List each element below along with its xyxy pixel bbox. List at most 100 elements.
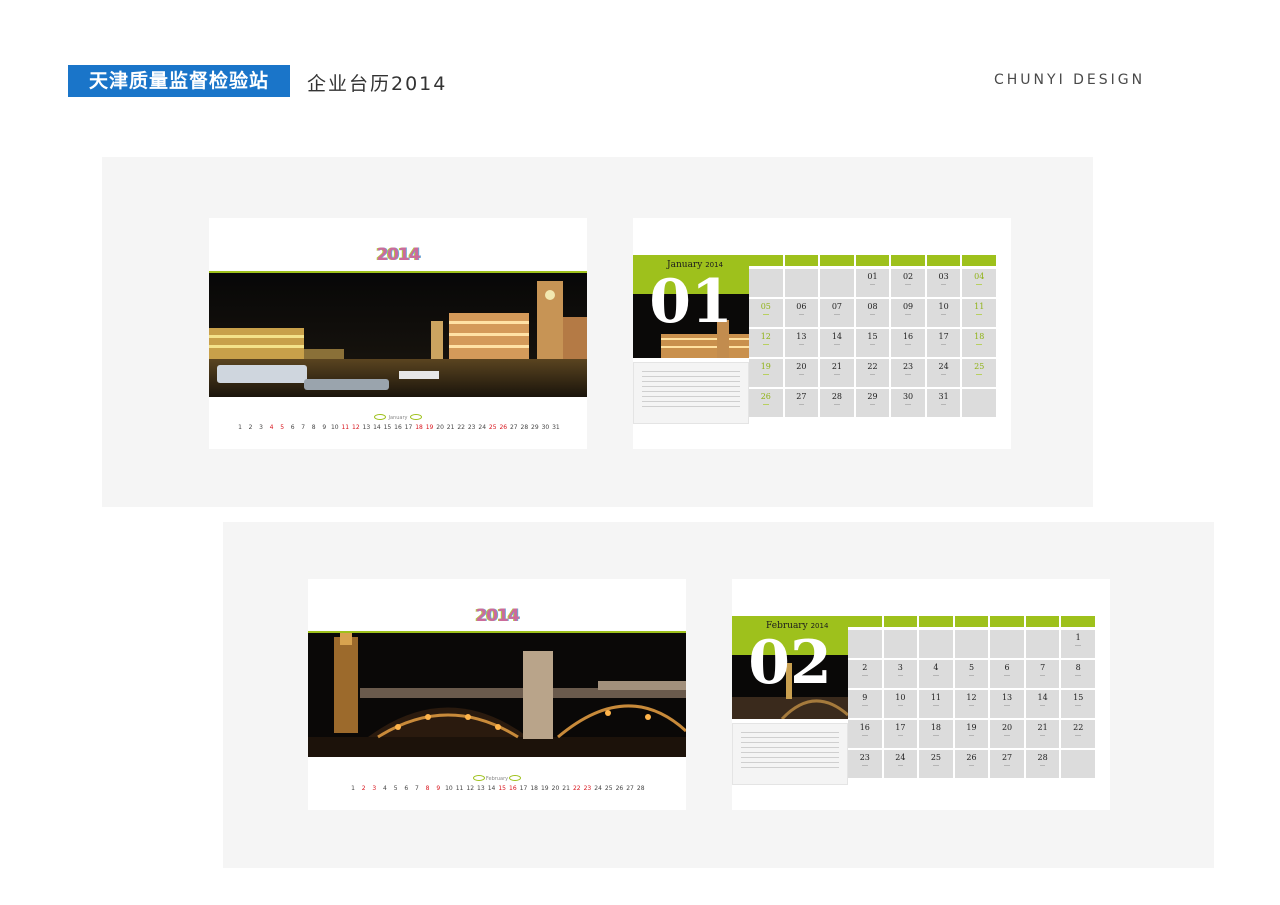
cover-day: 27 — [625, 785, 635, 798]
cover-day-lunar — [372, 432, 382, 437]
day-cell: 29 — [855, 389, 890, 417]
day-cell: 20 — [990, 720, 1024, 748]
day-number: 25 — [930, 753, 942, 762]
day-lunar — [933, 765, 939, 766]
cover-day: 19 — [425, 424, 435, 437]
cover-day: 15 — [382, 424, 392, 437]
day-lunar — [968, 735, 975, 736]
day-lunar — [905, 284, 911, 285]
january-grid-card: January 2014 01 01 02 03 04 05 06 07 08 09 10 11 12… — [633, 218, 1011, 449]
cover-day: 5 — [277, 424, 287, 437]
day-cell: 22 — [1061, 720, 1095, 748]
cover-day-number: 3 — [259, 424, 263, 431]
cover-day-number: 27 — [509, 424, 518, 431]
cover-day-number: 24 — [594, 785, 602, 792]
cover-day-number: 7 — [301, 424, 306, 431]
day-lunar — [976, 374, 982, 375]
weekday-cell — [962, 255, 996, 266]
cover-day: 16 — [508, 785, 518, 798]
day-lunar — [897, 705, 904, 706]
day-lunar — [862, 735, 868, 736]
cover-day: 14 — [487, 785, 497, 798]
cover-day: 24 — [593, 785, 603, 798]
day-cell: 01 — [855, 269, 890, 297]
day-cell: 13 — [784, 329, 819, 357]
day-cell: 02 — [891, 269, 925, 297]
cover-day-lunar — [369, 793, 379, 798]
day-lunar — [940, 374, 947, 375]
day-cell: 17 — [883, 720, 918, 748]
day-number: 19 — [760, 362, 771, 371]
day-lunar — [1039, 705, 1046, 706]
cover-day: 12 — [465, 785, 475, 798]
day-lunar — [763, 374, 769, 375]
day-lunar — [905, 404, 911, 405]
day-cell — [784, 269, 819, 297]
day-number: 23 — [902, 362, 914, 371]
day-number: 13 — [1001, 693, 1013, 702]
day-cell: 16 — [891, 329, 925, 357]
day-lunar — [798, 314, 805, 315]
day-number: 11 — [974, 302, 985, 311]
cover-day-lunar — [433, 793, 443, 798]
cover-day-number: 8 — [311, 424, 316, 431]
cover-day: 20 — [550, 785, 560, 798]
cover-day-number: 14 — [487, 785, 496, 792]
day-cell: 4 — [919, 660, 953, 688]
day-lunar — [968, 765, 975, 766]
day-number: 18 — [974, 332, 985, 341]
day-lunar — [862, 765, 868, 766]
cover-day-lunar — [246, 432, 256, 437]
day-lunar — [869, 344, 876, 345]
cover-day-lunar — [614, 793, 624, 798]
day-cell: 24 — [926, 359, 961, 387]
day-lunar — [1075, 675, 1081, 676]
day-lunar — [940, 314, 947, 315]
cover-day: 3 — [256, 424, 266, 437]
cover-day-number: 26 — [499, 424, 508, 431]
cover-day: 17 — [519, 785, 529, 798]
cover-day: 7 — [298, 424, 308, 437]
day-number: 21 — [1037, 723, 1048, 732]
day-number: 9 — [862, 693, 868, 702]
day-cell: 1 — [1061, 630, 1095, 658]
cover-day: 27 — [509, 424, 519, 437]
weekday-cell — [848, 616, 882, 627]
day-number: 26 — [760, 392, 771, 401]
day-cell: 27 — [784, 389, 819, 417]
day-lunar — [834, 374, 840, 375]
cover-day-lunar — [267, 432, 277, 437]
day-lunar — [905, 344, 911, 345]
cover-day-number: 13 — [477, 785, 485, 792]
day-lunar — [897, 675, 904, 676]
cover-day-number: 19 — [540, 785, 549, 792]
cover-day-number: 23 — [467, 424, 476, 431]
day-cell: 14 — [820, 329, 854, 357]
day-lunar — [1004, 735, 1010, 736]
cover-day-lunar — [380, 793, 390, 798]
cover-day: 4 — [267, 424, 277, 437]
weekday-header — [749, 255, 996, 266]
cover-day: 25 — [604, 785, 614, 798]
month-en-label: February — [485, 776, 509, 782]
day-number: 04 — [974, 272, 985, 281]
day-cell: 18 — [919, 720, 953, 748]
day-cells: 1 2 3 4 5 6 7 8 9 10 11 12 13 14 15 16 17 18 19 20 21 22 23 24 2… — [848, 630, 1095, 778]
day-lunar — [905, 374, 911, 375]
day-cell: 30 — [891, 389, 925, 417]
cover-day-number: 22 — [572, 785, 581, 792]
day-lunar — [798, 404, 805, 405]
day-cell: 04 — [962, 269, 996, 297]
february-grid-card: February 2014 02 1 2 3 4 5 6 7 8 9 10 11 12 13 14 15 16… — [732, 579, 1110, 810]
cover-day: 28 — [636, 785, 646, 798]
cover-day-strip: 1 2 3 4 5 6 7 8 9 10 11 12 13 14 15 16 1… — [348, 785, 646, 798]
cover-day: 1 — [348, 785, 358, 798]
big-month-number: 01 — [649, 267, 733, 337]
cover-day-lunar — [361, 432, 371, 437]
day-cell — [883, 630, 918, 658]
day-number: 28 — [1037, 753, 1048, 762]
day-cell: 23 — [891, 359, 925, 387]
day-number: 22 — [1073, 723, 1084, 732]
day-number: 10 — [938, 302, 949, 311]
cover-day-number: 8 — [425, 785, 430, 792]
